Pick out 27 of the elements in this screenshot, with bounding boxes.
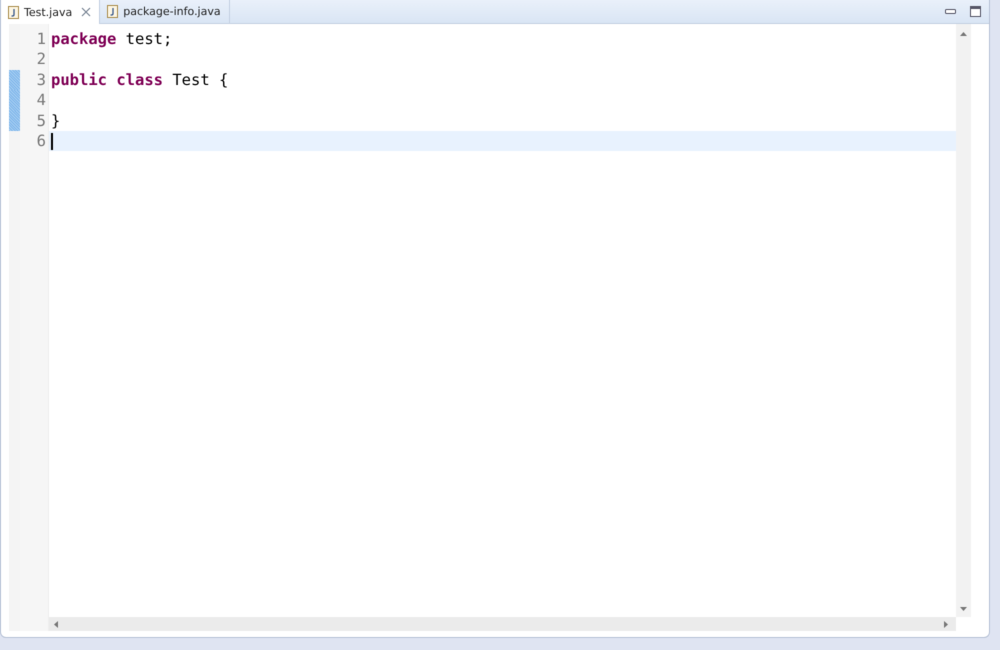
change-marker <box>9 110 20 131</box>
scroll-down-icon[interactable] <box>960 607 967 611</box>
editor-tab[interactable]: package-info.java <box>100 0 230 23</box>
change-marker <box>9 70 20 90</box>
java-file-icon <box>107 5 118 18</box>
scroll-up-icon[interactable] <box>960 32 967 36</box>
editor-tab[interactable]: Test.java <box>1 0 100 24</box>
close-icon[interactable] <box>81 7 92 17</box>
code-line: package test; <box>51 29 172 50</box>
maximize-icon[interactable] <box>970 6 981 17</box>
java-file-icon <box>8 6 19 18</box>
change-marker <box>9 90 20 111</box>
text-cursor <box>51 132 53 150</box>
line-number: 3 <box>36 70 46 89</box>
line-number: 6 <box>36 132 46 150</box>
line-number: 2 <box>36 50 46 68</box>
code-line: } <box>51 110 60 131</box>
editor-area[interactable]: 1 package test; 2 3 public class Test { 4 5 } 6 <box>9 24 971 631</box>
scroll-left-icon[interactable] <box>54 620 58 628</box>
line-number: 5 <box>36 112 46 130</box>
vertical-scrollbar[interactable] <box>956 24 971 617</box>
code-line: public class Test { <box>51 70 228 90</box>
line-number: 1 <box>36 30 46 48</box>
minimize-icon[interactable] <box>945 8 956 14</box>
line-number: 4 <box>36 91 46 110</box>
scroll-right-icon[interactable] <box>944 620 948 628</box>
horizontal-scrollbar[interactable] <box>49 617 956 631</box>
